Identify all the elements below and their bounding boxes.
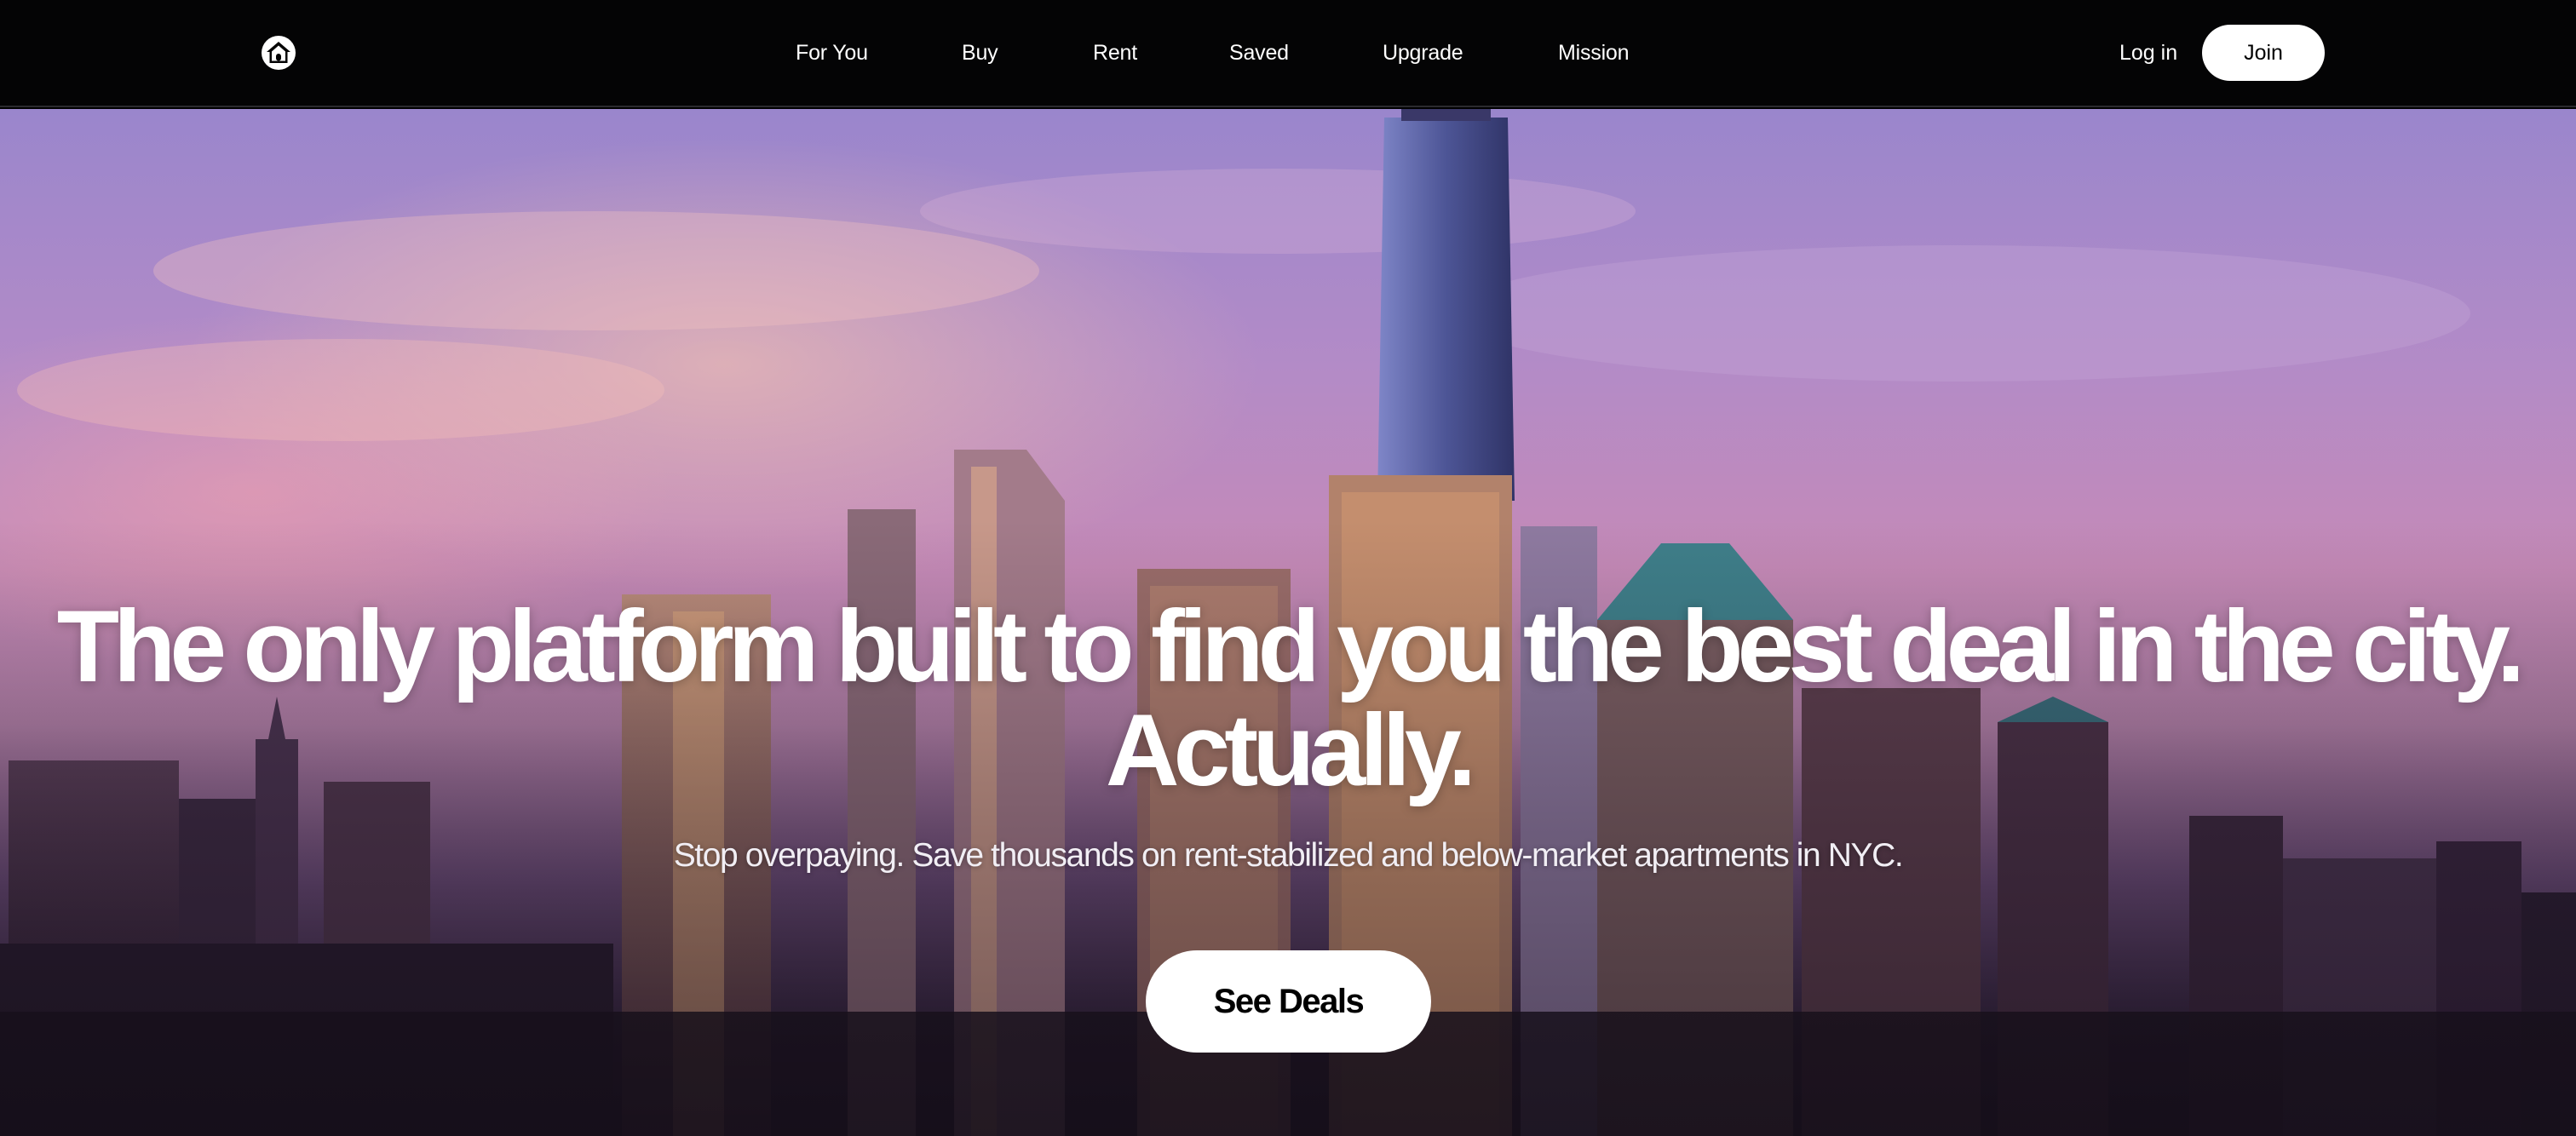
hero-section: The only platform built to find you the … <box>0 109 2576 1136</box>
login-link[interactable]: Log in <box>2119 37 2177 68</box>
home-logo-button[interactable] <box>260 34 297 72</box>
nav-link-for-you[interactable]: For You <box>796 37 868 68</box>
nav-link-rent[interactable]: Rent <box>1093 37 1137 68</box>
headline-line-1: The only platform built to find you the … <box>56 589 2526 703</box>
house-icon <box>262 36 296 70</box>
hero-headline: The only platform built to find you the … <box>0 594 2576 802</box>
join-button[interactable]: Join <box>2202 25 2325 81</box>
nav-link-mission[interactable]: Mission <box>1558 37 1630 68</box>
top-navigation: For You Buy Rent Saved Upgrade Mission L… <box>0 0 2576 107</box>
nav-link-saved[interactable]: Saved <box>1229 37 1289 68</box>
nav-link-buy[interactable]: Buy <box>962 37 998 68</box>
hero-subheadline: Stop overpaying. Save thousands on rent-… <box>673 837 1904 874</box>
headline-line-2: Actually. <box>1105 693 1476 807</box>
nav-link-upgrade[interactable]: Upgrade <box>1383 37 1463 68</box>
see-deals-button[interactable]: See Deals <box>1146 950 1431 1053</box>
